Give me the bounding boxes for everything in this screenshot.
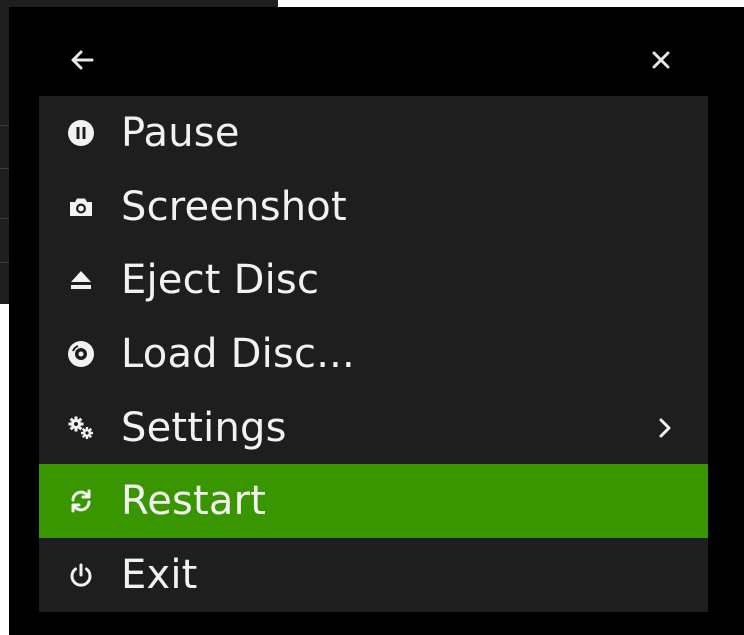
menu-item-settings[interactable]: Settings (39, 391, 708, 465)
menu-item-label: Eject Disc (121, 257, 320, 304)
arrow-left-icon (71, 50, 94, 70)
pause-icon (66, 118, 96, 148)
menu-item-exit[interactable]: Exit (39, 538, 708, 612)
menu-item-pause[interactable]: Pause (39, 96, 708, 170)
quick-menu-overlay: Pause Screenshot Eject Disc Load Disc...… (9, 7, 744, 635)
gears-icon (66, 413, 96, 443)
menu-item-label: Load Disc... (121, 330, 355, 377)
menu-item-load-disc[interactable]: Load Disc... (39, 317, 708, 391)
menu-item-eject-disc[interactable]: Eject Disc (39, 243, 708, 317)
menu-item-label: Pause (121, 109, 240, 156)
menu-list: Pause Screenshot Eject Disc Load Disc...… (39, 96, 708, 612)
disc-icon (66, 339, 96, 369)
menu-item-label: Exit (121, 551, 198, 598)
menu-item-label: Settings (121, 404, 287, 451)
menu-header (9, 7, 744, 97)
camera-icon (66, 192, 96, 222)
menu-item-label: Screenshot (121, 183, 347, 230)
menu-item-restart[interactable]: Restart (39, 464, 708, 539)
restart-icon (66, 486, 96, 516)
screen: Pause Screenshot Eject Disc Load Disc...… (0, 0, 744, 635)
back-button[interactable] (60, 38, 104, 82)
chevron-right-icon (650, 413, 680, 443)
menu-item-label: Restart (121, 478, 267, 525)
menu-item-screenshot[interactable]: Screenshot (39, 170, 708, 244)
eject-icon (66, 265, 96, 295)
power-icon (66, 560, 96, 590)
close-button[interactable] (639, 38, 683, 82)
close-icon (652, 51, 670, 69)
